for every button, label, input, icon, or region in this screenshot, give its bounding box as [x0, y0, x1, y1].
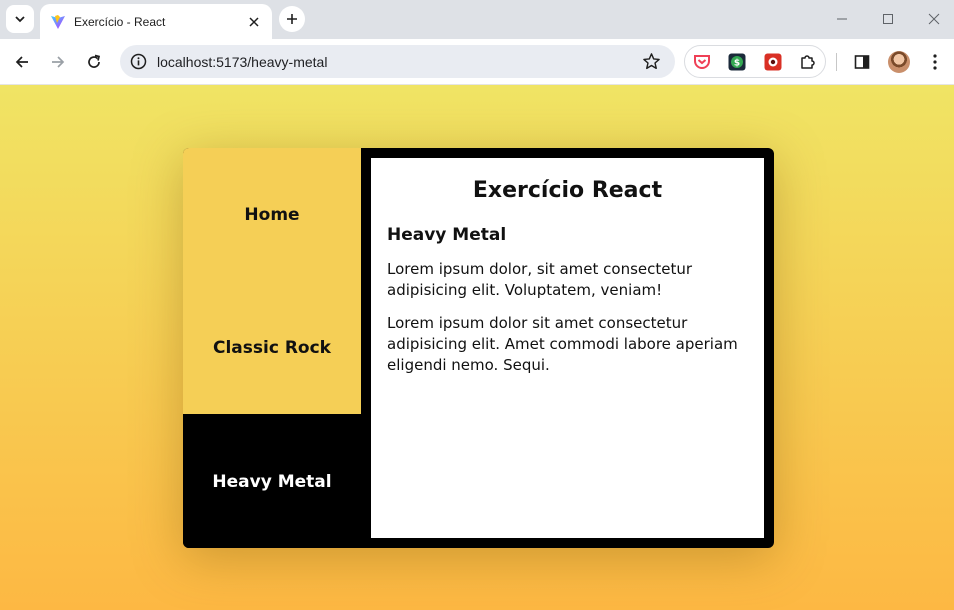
paragraph: Lorem ipsum dolor, sit amet consectetur …	[387, 260, 693, 299]
nav-link-home[interactable]: Home	[183, 148, 361, 281]
tab-title: Exercício - React	[74, 14, 166, 29]
forward-arrow-icon	[52, 56, 65, 68]
star-icon[interactable]	[642, 52, 661, 71]
back-button[interactable]	[10, 50, 34, 74]
pocket-icon	[694, 55, 710, 69]
address-bar[interactable]: localhost:5173/heavy-metal	[120, 45, 675, 78]
tab-search-icon	[15, 16, 25, 23]
extensions-group: $	[684, 45, 826, 78]
forward-button[interactable]	[46, 50, 70, 74]
window-close-icon	[928, 13, 940, 25]
maximize-icon	[883, 14, 893, 24]
nav-link-heavy-metal[interactable]: Heavy Metal	[183, 415, 361, 548]
reload-icon	[88, 54, 101, 68]
url-text: localhost:5173/heavy-metal	[157, 54, 328, 70]
sidebar-nav: Home Classic Rock Heavy Metal	[183, 148, 361, 548]
active-tab[interactable]: Exercício - React	[40, 4, 272, 39]
side-panel-icon	[854, 55, 870, 69]
paragraph: Lorem ipsum dolor sit amet consectetur a…	[387, 314, 738, 374]
site-info-icon	[130, 53, 147, 70]
content-panel: Exercício React Heavy Metal Lorem ipsum …	[371, 158, 764, 538]
maximize-button[interactable]	[878, 10, 898, 28]
minimize-button[interactable]	[832, 10, 852, 28]
close-icon	[249, 16, 259, 27]
app-card: Home Classic Rock Heavy Metal Exercício …	[183, 148, 774, 548]
dollar-extension-icon: $	[728, 53, 746, 71]
page-viewport: Home Classic Rock Heavy Metal Exercício …	[0, 85, 954, 610]
side-panel-button[interactable]	[851, 51, 873, 73]
extensions-button[interactable]	[799, 53, 817, 71]
section-heading: Heavy Metal	[387, 225, 507, 245]
pocket-extension[interactable]	[693, 53, 711, 71]
window-close-button[interactable]	[924, 10, 944, 28]
vite-favicon-icon	[51, 14, 65, 29]
minimize-icon	[837, 18, 847, 20]
tab-close-button[interactable]	[246, 14, 262, 30]
tab-search-button[interactable]	[6, 5, 34, 33]
extensions-puzzle-icon	[801, 55, 815, 69]
red-extension[interactable]	[764, 53, 782, 71]
browser-toolbar: localhost:5173/heavy-metal $	[0, 39, 954, 85]
reload-button[interactable]	[82, 50, 106, 74]
page-title: Exercício React	[472, 178, 663, 203]
new-tab-button[interactable]	[279, 6, 305, 32]
avatar[interactable]	[888, 51, 910, 73]
dollar-extension[interactable]: $	[728, 53, 746, 71]
nav-link-classic-rock[interactable]: Classic Rock	[183, 281, 361, 414]
toolbar-divider	[836, 53, 837, 71]
red-extension-icon	[764, 53, 782, 71]
back-arrow-icon	[15, 56, 28, 68]
kebab-menu-icon	[933, 54, 937, 70]
browser-menu-button[interactable]	[924, 51, 946, 73]
svg-text:$: $	[734, 59, 740, 69]
tab-strip: Exercício - React	[0, 0, 954, 39]
site-info-button[interactable]	[129, 52, 148, 71]
plus-icon	[287, 14, 297, 24]
